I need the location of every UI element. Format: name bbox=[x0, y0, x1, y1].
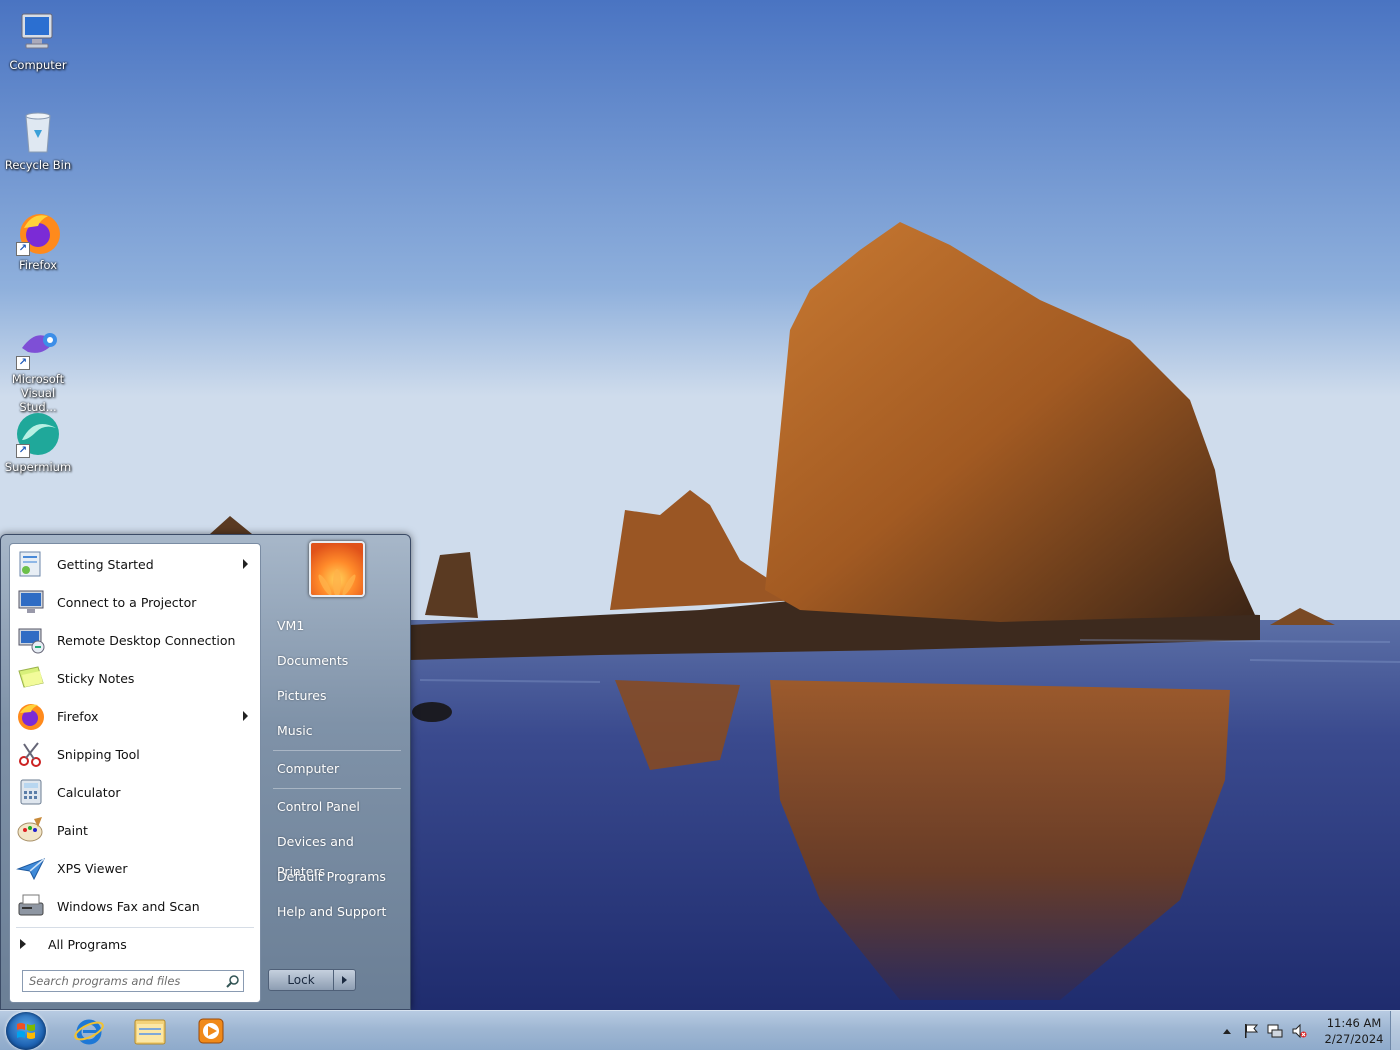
program-sticky-notes[interactable]: Sticky Notes bbox=[10, 659, 260, 697]
user-account-picture[interactable] bbox=[309, 541, 365, 597]
shortcut-arrow-icon: ↗ bbox=[16, 242, 30, 256]
power-options-arrow-button[interactable] bbox=[334, 969, 356, 991]
expand-arrow-icon bbox=[20, 939, 26, 949]
program-getting-started[interactable]: Getting Started bbox=[10, 545, 260, 583]
program-label: Paint bbox=[57, 822, 88, 838]
program-snipping-tool[interactable]: Snipping Tool bbox=[10, 735, 260, 773]
program-firefox[interactable]: Firefox bbox=[10, 697, 260, 735]
desktop-icon-label: Supermium bbox=[4, 460, 72, 474]
start-menu: Getting Started Connect to a Projector R… bbox=[0, 534, 411, 1010]
desktop-icon-supermium[interactable]: ↗ Supermium bbox=[2, 410, 74, 474]
clock-time: 11:46 AM bbox=[1326, 1016, 1382, 1030]
action-center-flag-icon[interactable] bbox=[1242, 1022, 1260, 1040]
fax-icon bbox=[15, 890, 47, 922]
link-help-support[interactable]: Help and Support bbox=[269, 897, 401, 927]
program-xps-viewer[interactable]: XPS Viewer bbox=[10, 849, 260, 887]
link-devices-printers[interactable]: Devices and Printers bbox=[269, 827, 401, 879]
remote-desktop-icon bbox=[15, 624, 47, 656]
program-label: Connect to a Projector bbox=[57, 594, 197, 610]
projector-icon bbox=[15, 586, 47, 618]
program-label: XPS Viewer bbox=[57, 860, 128, 876]
link-control-panel[interactable]: Control Panel bbox=[269, 792, 401, 822]
link-user-folder[interactable]: VM1 bbox=[269, 611, 401, 641]
system-clock[interactable]: 11:46 AM 2/27/2024 bbox=[1322, 1015, 1386, 1047]
computer-icon bbox=[14, 8, 62, 56]
submenu-arrow-icon[interactable] bbox=[243, 559, 248, 569]
chevron-right-icon bbox=[342, 976, 347, 984]
shortcut-arrow-icon: ↗ bbox=[16, 356, 30, 370]
taskbar-media-player[interactable] bbox=[182, 1013, 240, 1049]
lock-button[interactable]: Lock bbox=[268, 969, 334, 991]
links-divider bbox=[273, 788, 401, 789]
start-button[interactable] bbox=[6, 1012, 46, 1050]
search-icon[interactable] bbox=[223, 971, 243, 991]
taskbar-internet-explorer[interactable] bbox=[60, 1013, 118, 1049]
calculator-icon bbox=[15, 776, 47, 808]
windows-logo-icon bbox=[17, 1023, 35, 1039]
program-remote-desktop[interactable]: Remote Desktop Connection bbox=[10, 621, 260, 659]
show-hidden-icons-button[interactable] bbox=[1218, 1022, 1236, 1040]
program-connect-projector[interactable]: Connect to a Projector bbox=[10, 583, 260, 621]
taskbar: 11:46 AM 2/27/2024 bbox=[0, 1010, 1400, 1050]
links-divider bbox=[273, 750, 401, 751]
volume-muted-icon[interactable] bbox=[1290, 1022, 1308, 1040]
program-label: Windows Fax and Scan bbox=[57, 898, 200, 914]
clock-date: 2/27/2024 bbox=[1324, 1032, 1384, 1046]
program-label: Calculator bbox=[57, 784, 121, 800]
desktop-icon-label: Computer bbox=[9, 58, 67, 72]
link-computer[interactable]: Computer bbox=[269, 754, 401, 784]
program-label: Remote Desktop Connection bbox=[57, 632, 236, 648]
program-label: Snipping Tool bbox=[57, 746, 140, 762]
submenu-arrow-icon[interactable] bbox=[243, 711, 248, 721]
program-paint[interactable]: Paint bbox=[10, 811, 260, 849]
desktop-icon-label: Microsoft Visual Stud... bbox=[11, 372, 65, 414]
program-calculator[interactable]: Calculator bbox=[10, 773, 260, 811]
start-search-box[interactable] bbox=[22, 970, 244, 992]
desktop-icon-recycle-bin[interactable]: Recycle Bin bbox=[2, 108, 74, 172]
all-programs-button[interactable]: All Programs bbox=[10, 930, 260, 958]
network-icon[interactable] bbox=[1266, 1022, 1284, 1040]
firefox-icon: ↗ bbox=[14, 208, 62, 256]
start-menu-links-pane: VM1 Documents Pictures Music Computer Co… bbox=[263, 535, 411, 1009]
all-programs-label: All Programs bbox=[48, 936, 127, 952]
desktop-icon-label: Recycle Bin bbox=[4, 158, 72, 172]
program-label: Sticky Notes bbox=[57, 670, 135, 686]
power-button-group: Lock bbox=[268, 969, 356, 991]
visual-studio-icon: ↗ bbox=[14, 322, 62, 370]
supermium-icon: ↗ bbox=[14, 410, 62, 458]
desktop-icon-visual-studio[interactable]: ↗ Microsoft Visual Stud... bbox=[2, 322, 74, 414]
media-player-icon bbox=[198, 1018, 224, 1044]
search-input[interactable] bbox=[23, 972, 223, 990]
desktop-icon-firefox[interactable]: ↗ Firefox bbox=[2, 208, 74, 272]
getting-started-icon bbox=[15, 548, 47, 580]
internet-explorer-icon bbox=[74, 1019, 104, 1045]
scissors-icon bbox=[15, 738, 47, 770]
desktop-icon-label: Firefox bbox=[18, 258, 58, 272]
file-explorer-icon bbox=[134, 1019, 166, 1045]
notification-area: 11:46 AM 2/27/2024 bbox=[1212, 1011, 1386, 1050]
link-pictures[interactable]: Pictures bbox=[269, 681, 401, 711]
desktop-icon-computer[interactable]: Computer bbox=[2, 8, 74, 72]
link-music[interactable]: Music bbox=[269, 716, 401, 746]
pinned-programs-list: Getting Started Connect to a Projector R… bbox=[10, 544, 260, 925]
xps-viewer-icon bbox=[15, 852, 47, 884]
sticky-notes-icon bbox=[15, 662, 47, 694]
link-documents[interactable]: Documents bbox=[269, 646, 401, 676]
program-label: Firefox bbox=[57, 708, 99, 724]
taskbar-file-explorer[interactable] bbox=[121, 1013, 179, 1049]
show-desktop-button[interactable] bbox=[1390, 1011, 1400, 1050]
paint-icon bbox=[15, 814, 47, 846]
start-menu-programs-pane: Getting Started Connect to a Projector R… bbox=[9, 543, 261, 1003]
link-default-programs[interactable]: Default Programs bbox=[269, 862, 401, 892]
shortcut-arrow-icon: ↗ bbox=[16, 444, 30, 458]
program-label: Getting Started bbox=[57, 556, 154, 572]
program-windows-fax-scan[interactable]: Windows Fax and Scan bbox=[10, 887, 260, 925]
recycle-bin-icon bbox=[14, 108, 62, 156]
programs-divider bbox=[16, 927, 254, 928]
firefox-icon bbox=[15, 700, 47, 732]
